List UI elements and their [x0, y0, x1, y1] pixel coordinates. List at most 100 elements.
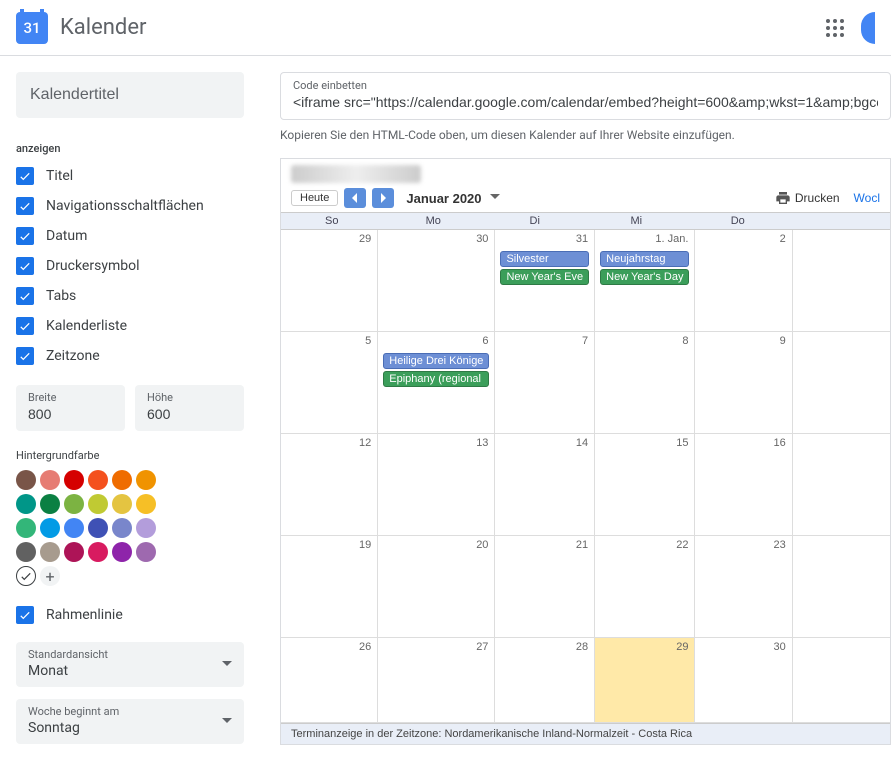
week-start-select[interactable]: Woche beginnt am Sonntag — [16, 699, 244, 744]
height-field-wrap: Höhe — [135, 385, 244, 431]
day-cell[interactable]: 6 Heilige Drei Könige Epiphany (regional — [378, 332, 495, 434]
color-swatch[interactable] — [40, 542, 60, 562]
avatar[interactable] — [861, 12, 875, 44]
color-swatch[interactable] — [88, 494, 108, 514]
calendar-title-input[interactable] — [16, 72, 244, 118]
day-cell[interactable]: 23 — [695, 536, 792, 638]
color-swatch[interactable] — [16, 542, 36, 562]
today-button[interactable]: Heute — [291, 190, 338, 206]
width-field-wrap: Breite — [16, 385, 125, 431]
height-input[interactable] — [147, 404, 232, 422]
week-start-label: Woche beginnt am — [28, 705, 232, 718]
event-chip[interactable]: Heilige Drei Könige — [383, 353, 489, 369]
width-input[interactable] — [28, 404, 113, 422]
add-color-button[interactable]: + — [40, 566, 60, 586]
prev-button[interactable] — [344, 188, 366, 208]
color-swatch[interactable] — [112, 518, 132, 538]
embed-hint: Kopieren Sie den HTML-Code oben, um dies… — [280, 128, 891, 142]
color-swatch[interactable] — [88, 518, 108, 538]
event-chip[interactable]: Epiphany (regional — [383, 371, 489, 387]
dimensions-row: Breite Höhe — [16, 385, 244, 431]
color-swatch-selected[interactable] — [16, 566, 36, 586]
day-cell[interactable]: 19 — [281, 536, 378, 638]
color-swatch[interactable] — [40, 494, 60, 514]
day-cell-today[interactable]: 29 — [595, 638, 695, 723]
event-chip[interactable]: Neujahrstag — [600, 251, 689, 267]
day-cell[interactable]: 31 Silvester New Year's Eve — [495, 230, 595, 332]
day-cell[interactable]: 13 — [378, 434, 495, 536]
preview-titlebar — [281, 159, 890, 185]
day-cell[interactable]: 7 — [495, 332, 595, 434]
color-swatch[interactable] — [88, 542, 108, 562]
day-cell[interactable]: 12 — [281, 434, 378, 536]
day-cell[interactable]: 14 — [495, 434, 595, 536]
color-swatch[interactable] — [16, 470, 36, 490]
color-swatch[interactable] — [64, 542, 84, 562]
color-swatch[interactable] — [64, 470, 84, 490]
color-swatch[interactable] — [136, 470, 156, 490]
color-swatch[interactable] — [88, 470, 108, 490]
checkbox-border[interactable] — [16, 606, 34, 624]
day-cell[interactable]: 9 — [695, 332, 792, 434]
default-view-select[interactable]: Standardansicht Monat — [16, 642, 244, 687]
checkbox-zeitzone[interactable] — [16, 347, 34, 365]
color-swatch[interactable] — [136, 494, 156, 514]
color-swatch[interactable] — [40, 518, 60, 538]
day-cell[interactable]: 20 — [378, 536, 495, 638]
check-row-titel: Titel — [16, 161, 244, 191]
day-cell[interactable] — [793, 638, 890, 723]
header-right — [823, 12, 875, 44]
date-num: 31 — [576, 233, 588, 245]
color-swatch[interactable] — [136, 542, 156, 562]
checkbox-print[interactable] — [16, 257, 34, 275]
event-chip[interactable]: Silvester — [500, 251, 589, 267]
day-cell[interactable]: 15 — [595, 434, 695, 536]
week-tab[interactable]: Wocl — [854, 191, 880, 205]
day-cell[interactable]: 2 — [695, 230, 792, 332]
date-num: 30 — [476, 233, 488, 245]
check-row-datum: Datum — [16, 221, 244, 251]
checkbox-kalenderliste[interactable] — [16, 317, 34, 335]
print-button[interactable]: Drucken — [775, 190, 840, 206]
apps-icon[interactable] — [823, 16, 847, 40]
day-cell[interactable]: 21 — [495, 536, 595, 638]
check-label: Titel — [46, 168, 73, 184]
color-swatch[interactable] — [136, 518, 156, 538]
embed-code-input[interactable] — [293, 92, 878, 110]
color-swatch[interactable] — [112, 494, 132, 514]
day-cell[interactable]: 8 — [595, 332, 695, 434]
day-cell[interactable]: 29 — [281, 230, 378, 332]
day-cell[interactable]: 16 — [695, 434, 792, 536]
date-num: 19 — [359, 539, 371, 551]
checkbox-titel[interactable] — [16, 167, 34, 185]
day-cell[interactable] — [793, 536, 890, 638]
color-swatch[interactable] — [16, 494, 36, 514]
event-chip[interactable]: New Year's Eve — [500, 269, 589, 285]
color-swatch[interactable] — [16, 518, 36, 538]
checkbox-nav[interactable] — [16, 197, 34, 215]
checkbox-datum[interactable] — [16, 227, 34, 245]
color-swatch[interactable] — [112, 542, 132, 562]
calendar-logo-icon: 31 — [16, 12, 48, 44]
checkbox-tabs[interactable] — [16, 287, 34, 305]
event-chip[interactable]: New Year's Day — [600, 269, 689, 285]
color-swatch[interactable] — [64, 518, 84, 538]
show-section-label: anzeigen — [16, 142, 244, 155]
color-swatch[interactable] — [40, 470, 60, 490]
day-cell[interactable] — [793, 434, 890, 536]
day-cell[interactable]: 30 — [378, 230, 495, 332]
next-button[interactable] — [372, 188, 394, 208]
day-cell[interactable]: 27 — [378, 638, 495, 723]
day-cell[interactable]: 1. Jan. Neujahrstag New Year's Day — [595, 230, 695, 332]
day-cell[interactable]: 5 — [281, 332, 378, 434]
color-swatch[interactable] — [112, 470, 132, 490]
day-cell[interactable] — [793, 332, 890, 434]
day-cell[interactable]: 30 — [695, 638, 792, 723]
day-cell[interactable]: 28 — [495, 638, 595, 723]
day-cell[interactable] — [793, 230, 890, 332]
day-cell[interactable]: 22 — [595, 536, 695, 638]
month-dropdown-icon[interactable] — [490, 191, 500, 205]
check-label: Kalenderliste — [46, 318, 127, 334]
day-cell[interactable]: 26 — [281, 638, 378, 723]
color-swatch[interactable] — [64, 494, 84, 514]
